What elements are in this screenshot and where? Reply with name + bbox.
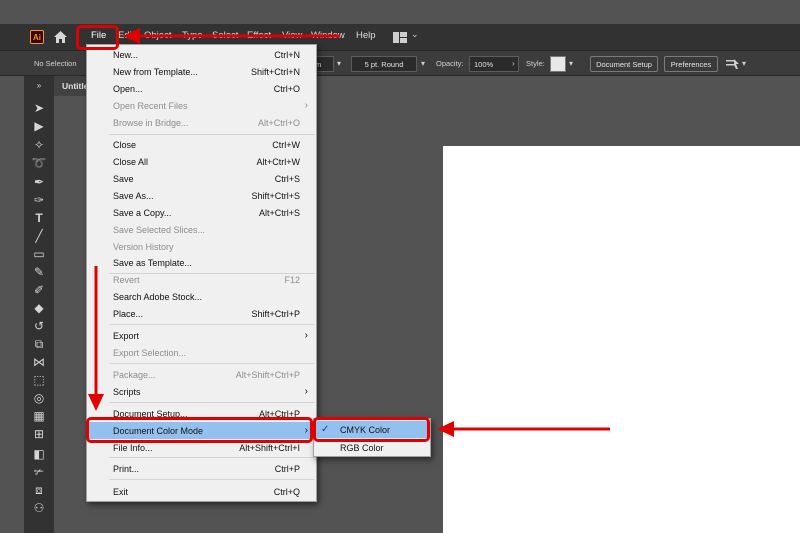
arrow-to-cmyk (437, 421, 610, 437)
arrow-down-to-color-mode (88, 266, 104, 411)
arrow-to-file (123, 28, 340, 44)
annotation-arrows (88, 28, 610, 437)
